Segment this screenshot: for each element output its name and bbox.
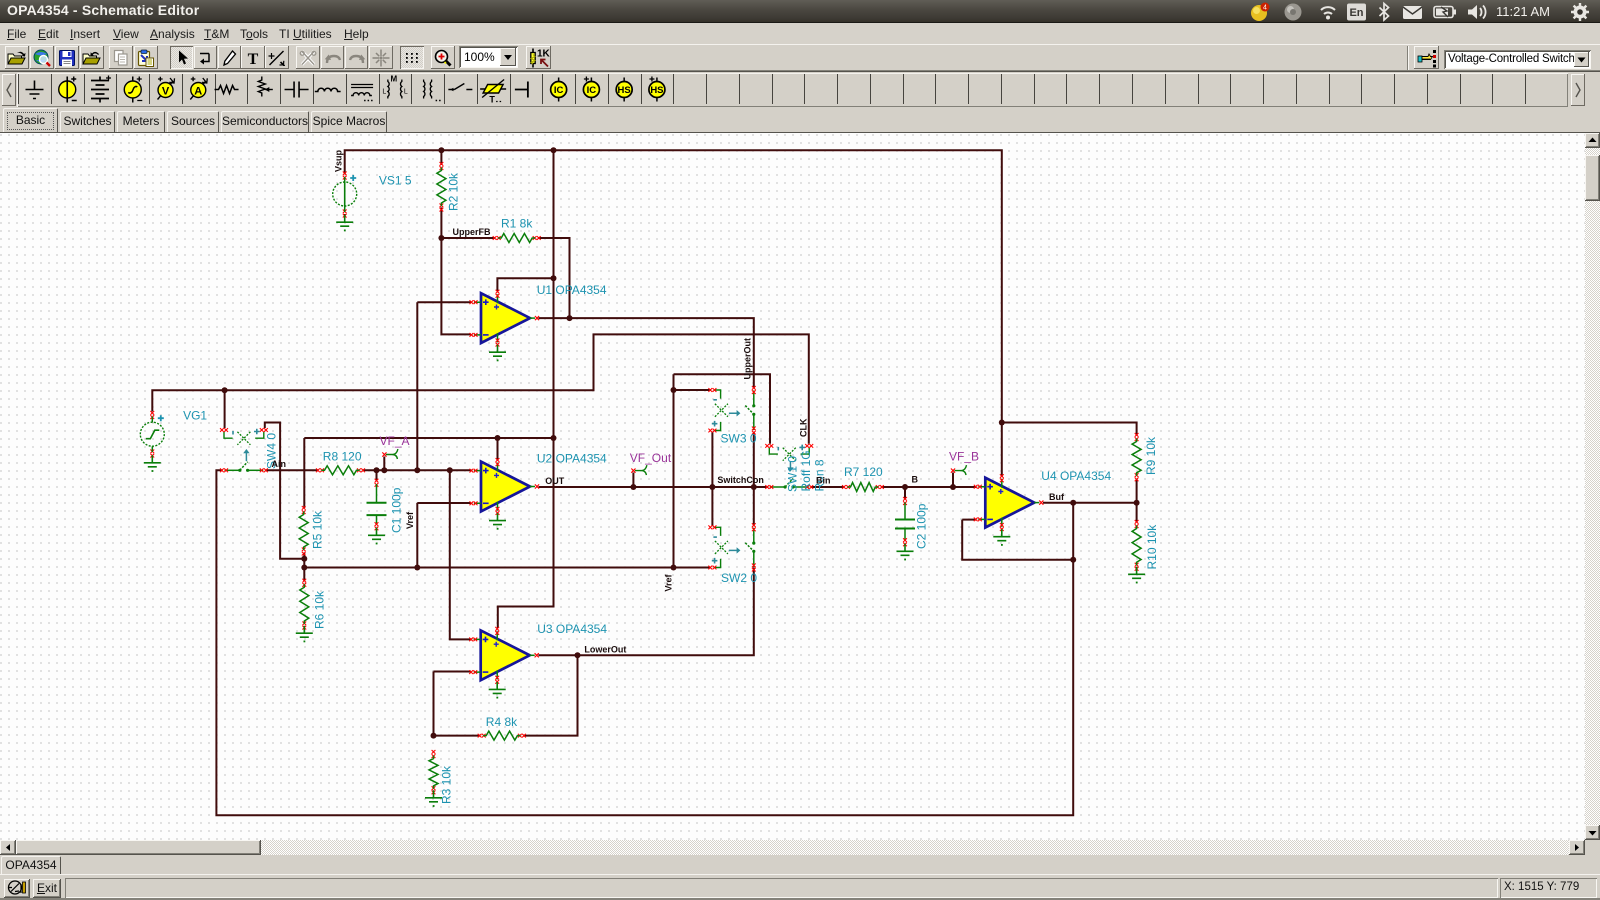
svg-text:VF_B: VF_B: [949, 450, 979, 464]
svg-text:CLK: CLK: [799, 418, 809, 437]
svg-text:VF_A: VF_A: [380, 434, 410, 448]
svg-text:Vsup: Vsup: [334, 149, 344, 172]
svg-text:VF_Out: VF_Out: [630, 451, 672, 465]
svg-text:4: 4: [1263, 5, 1267, 12]
svg-text:T: T: [248, 51, 259, 66]
svg-text:HS: HS: [650, 85, 663, 96]
svg-text:A: A: [194, 86, 202, 98]
svg-text:R10 10k: R10 10k: [1145, 524, 1159, 570]
svg-text:SwitchCon: SwitchCon: [717, 475, 764, 485]
svg-text:V: V: [162, 86, 170, 98]
svg-text:R3 10k: R3 10k: [440, 765, 454, 804]
svg-text:Ain: Ain: [272, 459, 287, 469]
svg-text:UpperFB: UpperFB: [453, 227, 492, 237]
svg-text:Roff 1G: Roff 1G: [799, 450, 813, 491]
svg-text:C2 100p: C2 100p: [915, 503, 929, 549]
svg-text:IC: IC: [587, 85, 597, 96]
svg-text:U4 OPA4354: U4 OPA4354: [1041, 469, 1111, 483]
svg-text:1K: 1K: [537, 48, 550, 59]
svg-text:HS: HS: [618, 85, 631, 96]
svg-text:IC: IC: [554, 85, 564, 96]
svg-text:T: T: [489, 95, 495, 105]
svg-text:B: B: [912, 475, 919, 485]
svg-text:M: M: [391, 75, 398, 84]
svg-text:UpperOut: UpperOut: [743, 338, 753, 380]
svg-text:R4 8k: R4 8k: [486, 715, 518, 729]
svg-text:LowerOut: LowerOut: [584, 645, 626, 655]
svg-text:Vref: Vref: [405, 511, 415, 529]
svg-text:R1 8k: R1 8k: [501, 217, 533, 231]
svg-text:SW1 0: SW1 0: [786, 456, 800, 492]
svg-text:R5 10k: R5 10k: [311, 510, 325, 549]
svg-text:R6 10k: R6 10k: [313, 590, 327, 629]
svg-text:R8 120: R8 120: [323, 450, 362, 464]
svg-text:U2 OPA4354: U2 OPA4354: [537, 452, 607, 466]
svg-text:OUT: OUT: [545, 476, 565, 486]
svg-text:U1 OPA4354: U1 OPA4354: [537, 283, 607, 297]
svg-text:L: L: [382, 89, 386, 96]
svg-text:Vref: Vref: [664, 573, 674, 591]
svg-text:SW2 0: SW2 0: [721, 571, 757, 585]
svg-text:L: L: [404, 89, 408, 96]
svg-text:R7 120: R7 120: [844, 465, 883, 479]
svg-text:SW3 0: SW3 0: [721, 432, 757, 446]
svg-text:R2 10k: R2 10k: [447, 172, 461, 211]
svg-text:U3 OPA4354: U3 OPA4354: [537, 622, 607, 636]
svg-text:VG1: VG1: [183, 409, 207, 423]
svg-text:R9 10k: R9 10k: [1144, 436, 1158, 475]
svg-text:Bin: Bin: [816, 476, 831, 486]
svg-text:Buf: Buf: [1049, 492, 1065, 502]
svg-text:En: En: [1349, 7, 1363, 19]
svg-text:C1 100p: C1 100p: [390, 487, 404, 533]
svg-text:VS1 5: VS1 5: [379, 174, 412, 188]
